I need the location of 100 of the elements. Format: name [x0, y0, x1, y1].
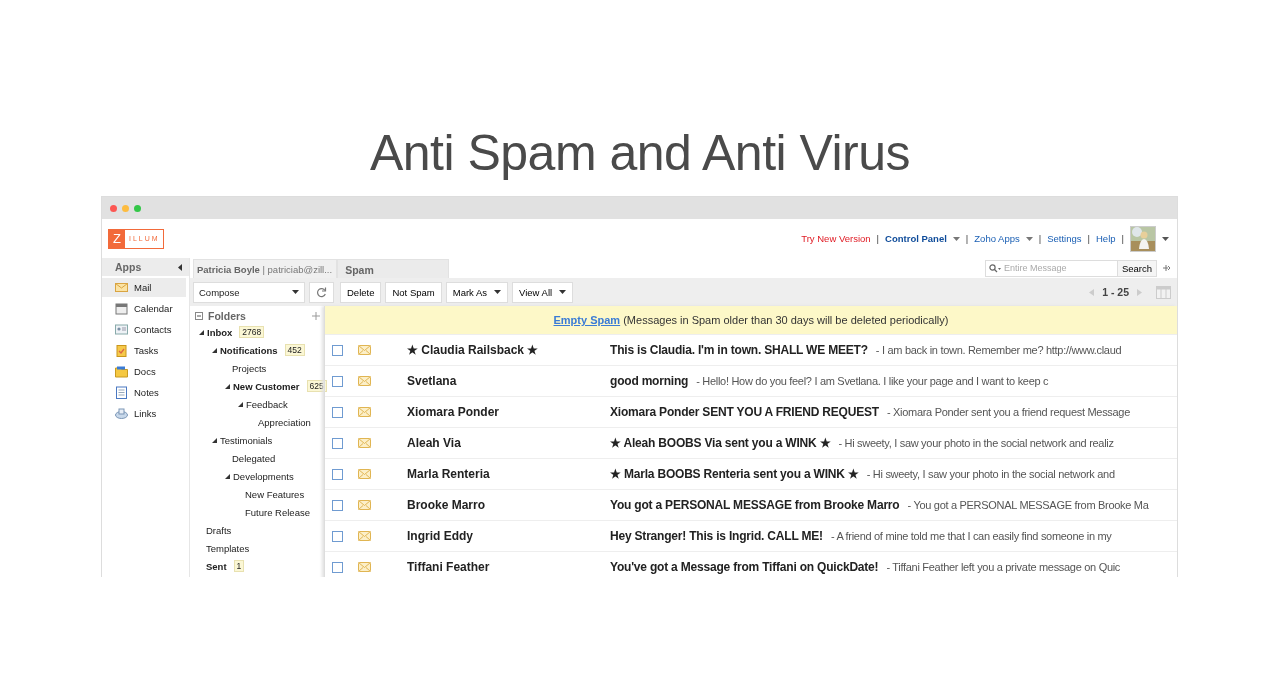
app-item[interactable]: Tasks: [102, 341, 186, 360]
message-sender[interactable]: Marla Renteria: [407, 467, 610, 481]
refresh-button[interactable]: [309, 281, 334, 303]
header-link[interactable]: Settings: [1047, 233, 1082, 244]
add-icon[interactable]: [312, 312, 320, 320]
message-sender[interactable]: Xiomara Ponder: [407, 405, 610, 419]
expand-icon[interactable]: [238, 401, 243, 407]
app-item[interactable]: Mail: [102, 278, 186, 297]
search-field[interactable]: Entire Message: [984, 259, 1118, 277]
checkbox[interactable]: [332, 375, 343, 387]
envelope-icon: [358, 531, 371, 541]
collapse-arrow-icon[interactable]: [178, 263, 182, 271]
page-title: Anti Spam and Anti Virus: [368, 124, 912, 183]
folder-tab[interactable]: Spam: [337, 259, 450, 278]
empty-spam-link[interactable]: Empty Spam: [553, 314, 621, 326]
checkbox[interactable]: [332, 561, 343, 573]
message-subject[interactable]: ★ Aleah BOOBS Via sent you a WINK ★: [610, 436, 831, 450]
folder-item[interactable]: Feedback: [246, 398, 288, 410]
expand-icon[interactable]: [225, 473, 230, 479]
message-subject[interactable]: Hey Stranger! This is Ingrid. CALL ME!: [610, 529, 823, 543]
unread-count: 625: [306, 380, 327, 392]
folder-item[interactable]: Notifications: [220, 344, 278, 356]
folder-item[interactable]: Templates: [206, 542, 250, 554]
envelope-icon: [358, 376, 371, 386]
expand-icon[interactable]: [212, 437, 217, 443]
message-subject[interactable]: You got a PERSONAL MESSAGE from Brooke Marro: [610, 498, 900, 512]
expand-icon[interactable]: [212, 347, 217, 353]
docs-icon: [115, 365, 128, 378]
message-sender[interactable]: Tiffani Feather: [407, 560, 610, 574]
checkbox[interactable]: [332, 437, 343, 449]
header-link[interactable]: Control Panel: [885, 233, 947, 244]
header-link[interactable]: Zoho Apps: [974, 233, 1020, 244]
folder-item[interactable]: Future Release: [245, 506, 310, 518]
message-sender[interactable]: Brooke Marro: [407, 498, 610, 512]
message-preview: - Xiomara Ponder sent you a friend request Message: [886, 406, 1130, 418]
message-preview: - You got a PERSONAL MESSAGE from Brooke Ma: [907, 499, 1149, 511]
expand-icon[interactable]: [225, 383, 230, 389]
unread-count: 452: [284, 344, 305, 356]
refresh-icon: [316, 286, 327, 298]
folder-item[interactable]: New Customer: [233, 380, 300, 392]
expand-icon[interactable]: [199, 329, 204, 335]
folder-item[interactable]: Appreciation: [258, 416, 311, 428]
separator: |: [965, 233, 969, 244]
message-subject[interactable]: You've got a Message from Tiffani on QuickDate!: [610, 560, 879, 574]
message-subject[interactable]: ★ Marla BOOBS Renteria sent you a WINK ★: [610, 467, 859, 481]
page-range: 1 - 25: [1101, 286, 1130, 298]
checkbox[interactable]: [332, 499, 343, 511]
compose-dropdown[interactable]: Compose: [193, 281, 305, 303]
message-sender[interactable]: ★ Claudia Railsback ★: [407, 343, 610, 357]
maximize-dot[interactable]: [134, 204, 141, 212]
message-subject[interactable]: This is Claudia. I'm in town. SHALL WE MEET?: [610, 343, 868, 357]
unread-count: 1: [233, 560, 245, 572]
folder-item[interactable]: Delegated: [232, 452, 276, 464]
checkbox[interactable]: [332, 406, 343, 418]
minimize-dot[interactable]: [122, 204, 129, 212]
message-sender[interactable]: Svetlana: [407, 374, 610, 388]
message-preview: - I am back in town. Remember me? http://www.claud: [875, 344, 1122, 356]
folder-item[interactable]: Inbox: [207, 326, 233, 338]
mail-icon: [115, 281, 128, 294]
search-button[interactable]: Search: [1117, 259, 1157, 277]
checkbox[interactable]: [332, 530, 343, 542]
message-preview: - A friend of mine told me that I can easily find someone in my: [830, 530, 1112, 542]
folder-item[interactable]: New Features: [245, 488, 305, 500]
app-item[interactable]: Contacts: [102, 320, 186, 339]
account-tab[interactable]: Patricia Boyle | patriciab@zill...: [193, 259, 338, 278]
app-item[interactable]: Calendar: [102, 299, 186, 318]
header-link[interactable]: Try New Version: [801, 233, 871, 244]
header-link[interactable]: Help: [1096, 233, 1116, 244]
separator: |: [1121, 233, 1124, 244]
folders-heading: Folders: [208, 310, 246, 322]
caret-icon[interactable]: [1162, 236, 1169, 241]
envelope-icon: [358, 469, 371, 479]
separator: |: [1038, 233, 1042, 244]
message-preview: - Tiffani Feather left you a private message on Quic: [886, 561, 1121, 573]
app-item[interactable]: Links: [102, 404, 186, 423]
toolbar-button[interactable]: Delete: [340, 281, 382, 303]
toolbar-button[interactable]: Mark As: [445, 281, 509, 303]
app-item[interactable]: Docs: [102, 362, 186, 381]
checkbox[interactable]: [332, 468, 343, 480]
message-subject[interactable]: Xiomara Ponder SENT YOU A FRIEND REQUEST: [610, 405, 879, 419]
collapse-icon[interactable]: [195, 312, 203, 320]
checkbox[interactable]: [332, 344, 343, 356]
toolbar-button[interactable]: View All: [512, 281, 574, 303]
message-preview: - Hello! How do you feel? I am Svetlana. I like your page and I want to keep c: [696, 375, 1049, 387]
close-dot[interactable]: [110, 204, 117, 212]
apps-header[interactable]: Apps: [102, 258, 189, 276]
folder-item[interactable]: Developments: [233, 470, 294, 482]
message-sender[interactable]: Ingrid Eddy: [407, 529, 610, 543]
message-sender[interactable]: Aleah Via: [407, 436, 610, 450]
message-preview: - Hi sweety, I saw your photo in the social network and realiz: [838, 437, 1114, 449]
message-subject[interactable]: good morning: [610, 374, 689, 388]
folder-item[interactable]: Drafts: [206, 524, 232, 536]
folder-item[interactable]: Testimonials: [220, 434, 273, 446]
app-item[interactable]: Notes: [102, 383, 186, 402]
folder-item[interactable]: Sent: [206, 560, 227, 572]
envelope-icon: [358, 500, 371, 510]
caret-icon[interactable]: [292, 290, 299, 294]
toolbar-button[interactable]: Not Spam: [385, 281, 442, 303]
folder-item[interactable]: Projects: [232, 362, 267, 374]
links-icon: [115, 407, 128, 420]
